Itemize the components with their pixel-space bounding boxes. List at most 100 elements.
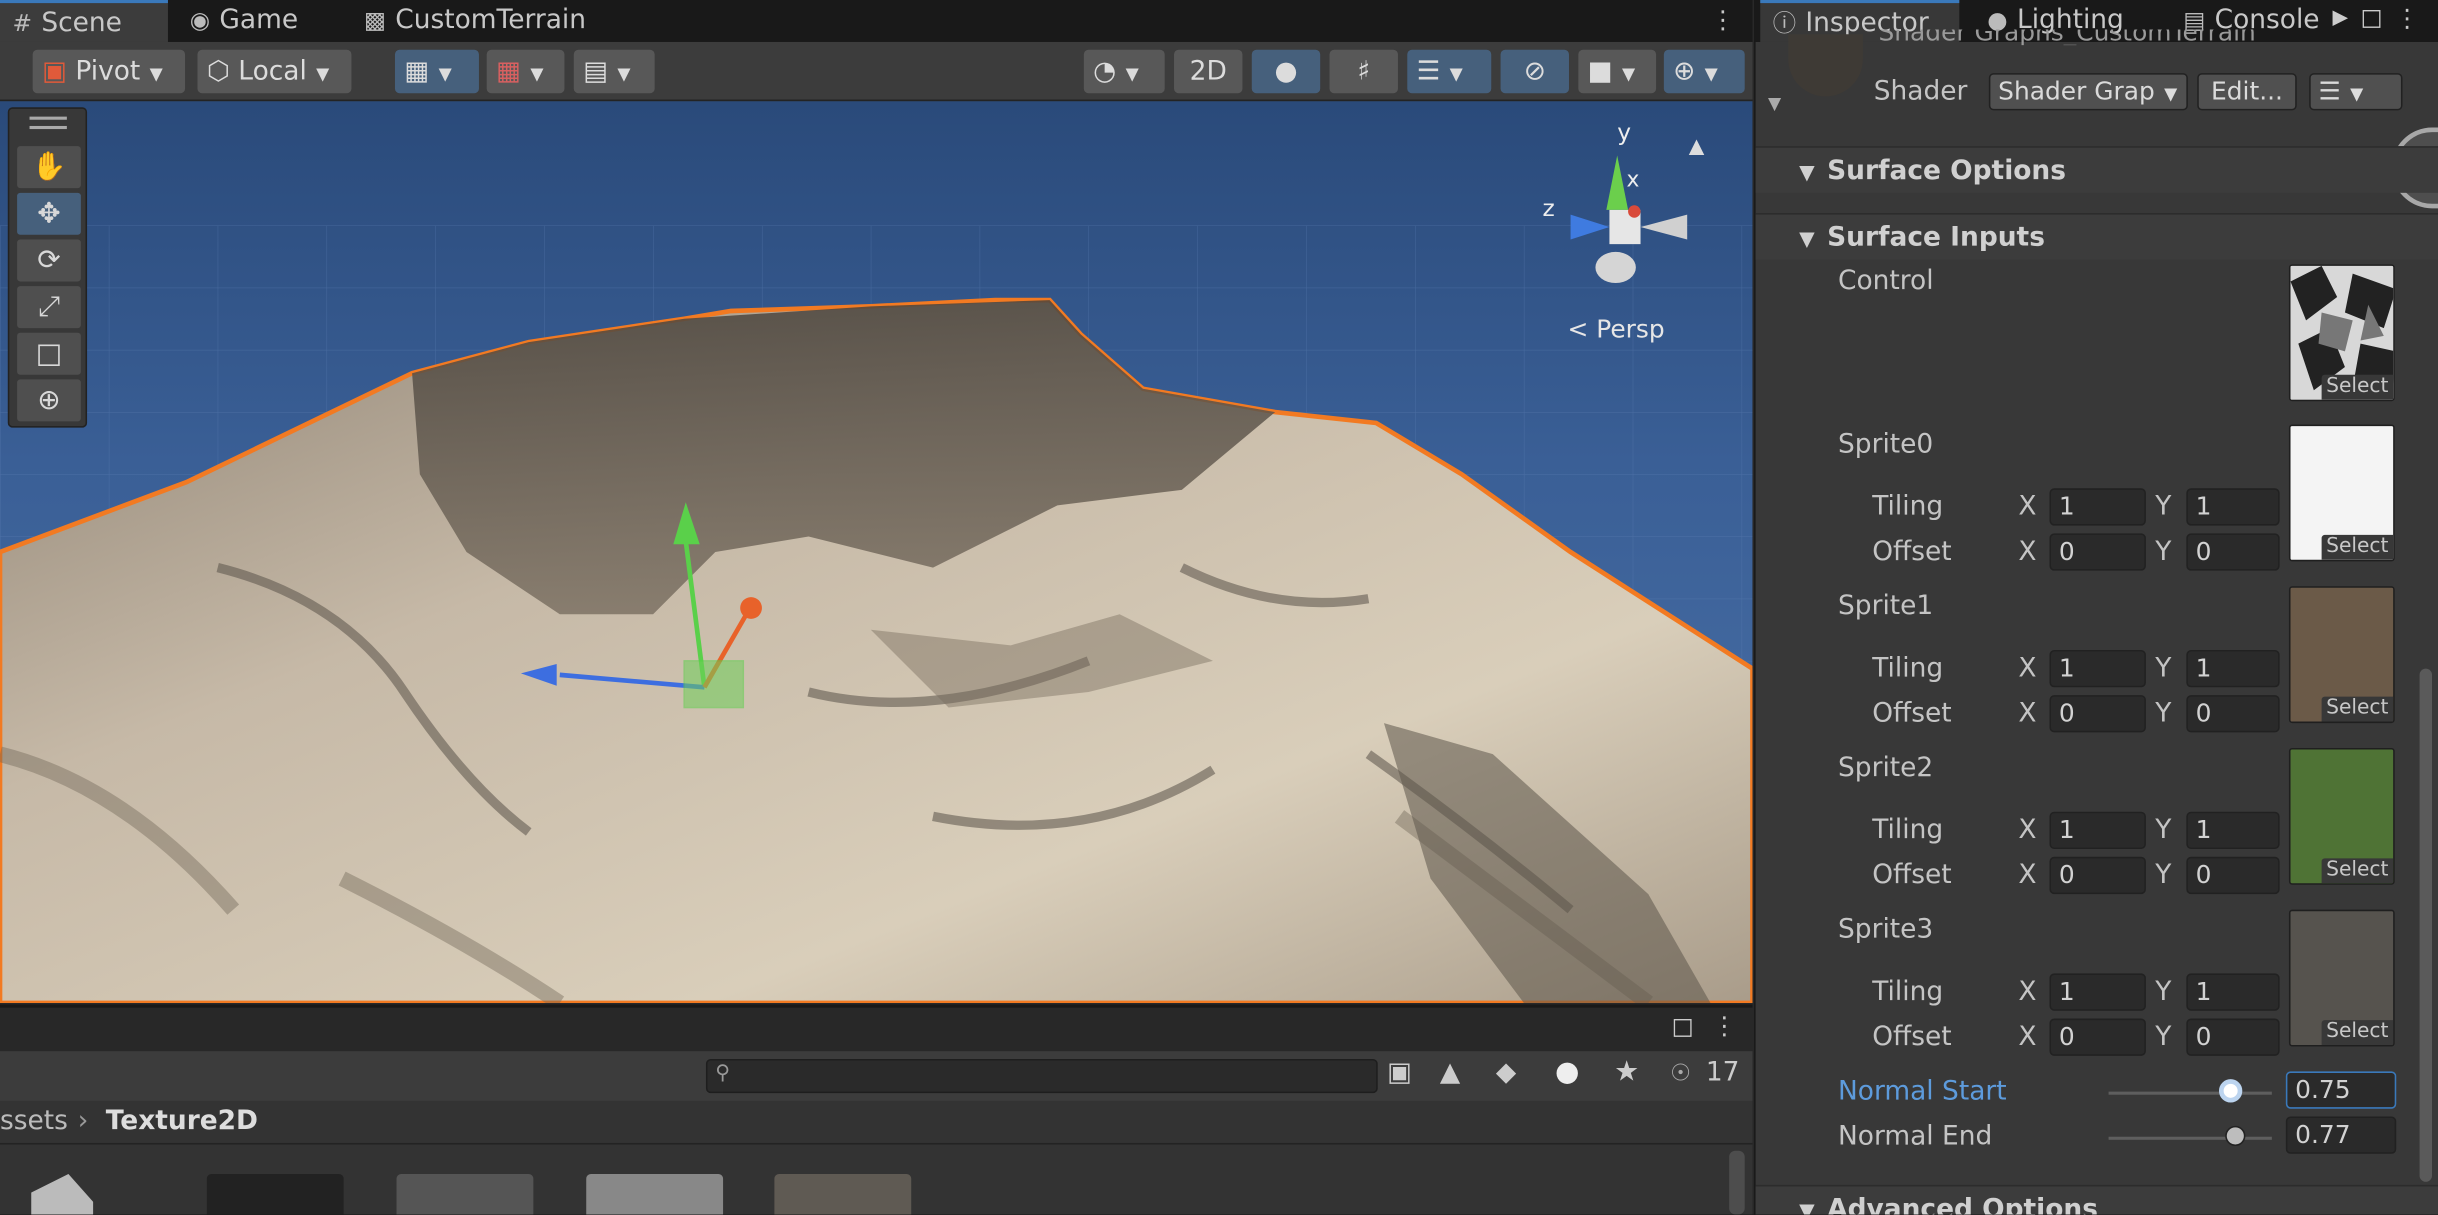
inspector-scrollbar[interactable] [2419, 668, 2433, 1182]
asset-thumb-rock[interactable] [774, 1174, 912, 1215]
surface-inputs-section[interactable]: ▼ Surface Inputs [1755, 213, 2438, 260]
sprite-select-button[interactable]: Select [2321, 534, 2394, 560]
control-texture-slot[interactable]: Select [2288, 264, 2395, 402]
list-icon: ☰ [2318, 76, 2341, 106]
offset-x-field[interactable]: 0 [2049, 856, 2146, 895]
hand-tool-button[interactable]: ✋ [17, 146, 81, 189]
inspector-lock-icon[interactable]: □ [2360, 3, 2382, 31]
filter-type-icon[interactable]: ▲ [1440, 1057, 1460, 1088]
normal-end-slider-handle[interactable] [2224, 1125, 2246, 1147]
shading-mode-button[interactable]: ◔ ▼ [1083, 49, 1165, 94]
scene-visibility-button[interactable]: ⊘ [1500, 49, 1569, 94]
advanced-options-section[interactable]: ▼ Advanced Options [1755, 1184, 2438, 1215]
gizmos-button[interactable]: ⊕ ▼ [1663, 49, 1745, 94]
offset-y-field[interactable]: 0 [2186, 856, 2280, 895]
gizmo-y-label: y [1617, 118, 1632, 147]
tiling-x-field[interactable]: 1 [2049, 973, 2146, 1011]
tiling-y-field[interactable]: 1 [2186, 811, 2280, 850]
sprite-texture-slot[interactable]: Select [2288, 424, 2395, 562]
offset-x-field[interactable]: 0 [2049, 1018, 2146, 1056]
asset-scrollbar[interactable] [1729, 1150, 1745, 1215]
inspector-kebab-menu-icon[interactable]: ⋮ [2395, 3, 2420, 33]
tiling-y-field[interactable]: 1 [2186, 973, 2280, 1011]
lighting-toggle-button[interactable]: ● [1251, 49, 1321, 94]
material-options-dropdown[interactable]: ☰ ▼ [2309, 73, 2403, 111]
tiling-x-field[interactable]: 1 [2049, 649, 2146, 688]
pivot-dropdown[interactable]: ▣ Pivot ▼ [32, 49, 186, 94]
offset-y-field[interactable]: 0 [2186, 695, 2280, 733]
offset-x-field[interactable]: 0 [2049, 695, 2146, 733]
sprite-texture-slot[interactable]: Select [2288, 747, 2395, 885]
asset-thumb-noise-b[interactable] [586, 1174, 724, 1215]
offset-x-field[interactable]: 0 [2049, 533, 2146, 571]
more-tabs-icon[interactable]: ▶ [2333, 6, 2349, 29]
transform-tool-button[interactable]: ⊕ [17, 379, 81, 422]
sprite-select-button[interactable]: Select [2321, 858, 2394, 884]
tab-scene[interactable]: # Scene [0, 0, 168, 42]
project-search-input[interactable]: ⚲ [705, 1058, 1378, 1094]
pivot-icon: ▣ [41, 55, 67, 88]
offset-y-field[interactable]: 0 [2186, 1018, 2280, 1056]
shader-dropdown[interactable]: Shader Grap ▼ [1988, 73, 2188, 111]
increment-snap-button[interactable]: ▦ ▼ [486, 49, 565, 94]
breadcrumb-texture2d[interactable]: Texture2D [106, 1101, 258, 1141]
surface-options-section[interactable]: ▼ Surface Options [1755, 146, 2438, 193]
grid-visibility-button[interactable]: ▤ ▼ [573, 49, 655, 94]
sprite-texture-slot[interactable]: Select [2288, 586, 2395, 724]
palette-drag-handle[interactable] [29, 116, 67, 130]
normal-end-label: Normal End [1838, 1121, 1993, 1153]
rect-tool-button[interactable]: □ [17, 332, 81, 375]
camera-settings-button[interactable]: ■ ▼ [1578, 49, 1657, 94]
local-dropdown[interactable]: ⬡ Local ▼ [197, 49, 352, 94]
offset-label: Offset [1872, 859, 1952, 892]
lock-icon[interactable]: □ [1672, 1012, 1694, 1040]
asset-thumb-sphere[interactable] [206, 1174, 344, 1215]
cube-icon: ⬡ [206, 55, 230, 88]
tab-game[interactable]: ◉ Game [177, 0, 333, 42]
scene-kebab-menu-icon[interactable]: ⋮ [1711, 5, 1736, 35]
asset-thumb-noise-a[interactable] [396, 1174, 534, 1215]
normal-end-slider[interactable] [2108, 1136, 2272, 1140]
tab-customterrain[interactable]: ▩ CustomTerrain [351, 0, 600, 42]
breadcrumb-assets[interactable]: ssets [0, 1101, 68, 1141]
hidden-eye-icon[interactable]: ☉ [1670, 1059, 1691, 1087]
warning-filter-icon[interactable]: ● [1555, 1056, 1579, 1089]
move-tool-button[interactable]: ✥ [17, 192, 81, 235]
normal-start-slider[interactable] [2108, 1091, 2272, 1095]
search-type-icon[interactable]: ▣ [1387, 1057, 1412, 1088]
offset-y-label: Y [2155, 536, 2172, 568]
tiling-y-label: Y [2155, 976, 2172, 1008]
sprite-select-button[interactable]: Select [2321, 696, 2394, 722]
sprite-select-button[interactable]: Select [2321, 1020, 2394, 1045]
tiling-x-field[interactable]: 1 [2049, 488, 2146, 526]
toggle-2d-button[interactable]: 2D [1174, 49, 1243, 94]
star-favorites-icon[interactable]: ★ [1614, 1056, 1639, 1089]
tiling-y-label: Y [2155, 491, 2172, 523]
foldout-arrow-icon[interactable]: ▼ [1768, 93, 1781, 113]
persp-label[interactable]: < Persp [1567, 314, 1664, 344]
label-tag-icon[interactable]: ◆ [1496, 1057, 1516, 1088]
normal-start-field[interactable]: 0.75 [2285, 1071, 2397, 1109]
normal-end-field[interactable]: 0.77 [2285, 1116, 2397, 1154]
tiling-x-field[interactable]: 1 [2049, 811, 2146, 850]
normal-start-value: 0.75 [2295, 1074, 2351, 1105]
sprite-texture-slot[interactable]: Select [2288, 909, 2395, 1047]
search-icon: ⚲ [715, 1062, 731, 1086]
shader-edit-button[interactable]: Edit... [2197, 73, 2297, 111]
scene-toolbar: ▣ Pivot ▼ ⬡ Local ▼ ▦ ▼ ▦ ▼ ▤ ▼ ◔ ▼ 2D ● ♯ ☰ ▼ … [0, 41, 1753, 102]
rotate-tool-button[interactable]: ⟳ [17, 239, 81, 282]
effects-toggle-button[interactable]: ☰ ▼ [1407, 49, 1492, 94]
control-select-button[interactable]: Select [2321, 374, 2394, 400]
normal-start-slider-handle[interactable] [2218, 1079, 2242, 1103]
tiling-y-field[interactable]: 1 [2186, 488, 2280, 526]
gizmo-lock-icon[interactable]: ▲ [1689, 135, 1705, 158]
scene-viewport[interactable]: y z x ▲ [0, 101, 1753, 1003]
grid-snap-button[interactable]: ▦ ▼ [394, 49, 479, 94]
audio-toggle-button[interactable]: ♯ [1329, 49, 1398, 94]
foldout-arrow-icon: ▼ [1799, 161, 1815, 186]
scale-tool-button[interactable]: ⤢ [17, 286, 81, 329]
tiling-y-field[interactable]: 1 [2186, 649, 2280, 688]
project-kebab-menu-icon[interactable]: ⋮ [1712, 1011, 1737, 1041]
gamepad-icon: ◉ [189, 6, 211, 35]
offset-y-field[interactable]: 0 [2186, 533, 2280, 571]
